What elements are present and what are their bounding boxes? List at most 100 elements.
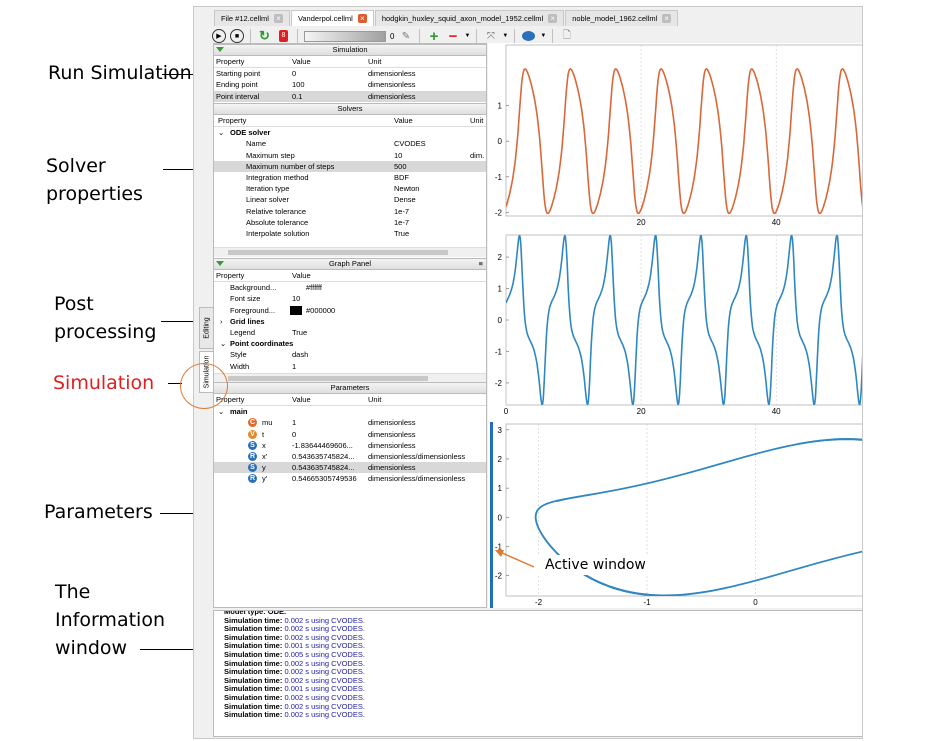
property-value[interactable]: -1.83644469606... (292, 440, 353, 451)
file-tab[interactable]: File #12.cellml × (214, 10, 290, 26)
x-tick-label: 0 (504, 407, 509, 416)
table-row[interactable]: Iteration type Newton (214, 183, 486, 194)
table-row[interactable]: Style dash (214, 349, 486, 360)
column-header: Unit (368, 57, 382, 66)
table-row[interactable]: Cmu 1 dimensionless (214, 417, 486, 428)
property-value[interactable]: 1e-7 (394, 217, 409, 228)
property-value[interactable]: True (292, 327, 307, 338)
property-unit: dimensionless (368, 463, 416, 473)
table-row[interactable]: › Grid lines (214, 316, 486, 327)
file-tab[interactable]: noble_model_1962.cellml × (565, 10, 679, 26)
property-value[interactable]: 1 (292, 361, 296, 372)
table-row[interactable]: Ending point 100 dimensionless (214, 79, 486, 90)
table-row[interactable]: Maximum number of steps 500 (214, 160, 486, 172)
table-row[interactable]: Relative tolerance 1e-7 (214, 206, 486, 217)
property-value[interactable]: #ffffff (306, 282, 322, 293)
chevron-down-icon[interactable]: ▼ (502, 33, 508, 39)
property-value[interactable]: 1e-7 (394, 206, 409, 217)
delay-slider[interactable] (304, 30, 386, 42)
table-row[interactable]: Linear solver Dense (214, 194, 486, 205)
table-row[interactable]: ⌄ Point coordinates (214, 338, 486, 349)
remove-graph-panel-icon[interactable]: − (445, 28, 460, 45)
table-row[interactable]: Sy 0.543635745824... dimensionless (214, 462, 486, 474)
table-row[interactable]: Absolute tolerance 1e-7 (214, 217, 486, 228)
property-value[interactable]: #000000 (306, 305, 335, 316)
property-value[interactable]: 0.543635745824... (292, 462, 355, 473)
chevron-down-icon[interactable]: ⌄ (218, 127, 224, 138)
property-value[interactable]: True (394, 228, 409, 239)
expand-icon[interactable] (216, 47, 224, 52)
chevron-down-icon[interactable]: ▼ (464, 33, 470, 39)
clear-icon[interactable]: 8 (276, 29, 291, 44)
table-row[interactable]: Width 1 (214, 361, 486, 372)
property-value[interactable]: 0.1 (292, 91, 302, 102)
property-value[interactable]: 500 (394, 161, 407, 172)
property-name: y' (262, 474, 268, 484)
horizontal-scrollbar[interactable] (214, 247, 486, 257)
graph-panel-section-header[interactable]: Graph Panel ≡ (214, 258, 486, 270)
table-row[interactable]: Interpolate solution True (214, 228, 486, 239)
property-value[interactable]: 100 (292, 79, 305, 90)
table-row[interactable]: Starting point 0 dimensionless (214, 68, 486, 79)
stop-icon[interactable]: ■ (230, 29, 244, 43)
info-label: Simulation time: (224, 710, 283, 720)
chevron-down-icon[interactable]: ▼ (540, 33, 546, 39)
file-tab[interactable]: hodgkin_huxley_squid_axon_model_1952.cel… (374, 10, 565, 26)
expand-icon[interactable] (216, 261, 224, 266)
property-value[interactable]: 10 (394, 150, 402, 161)
close-icon[interactable]: × (548, 14, 558, 23)
property-value[interactable]: 0 (292, 68, 296, 79)
property-value[interactable]: CVODES (394, 138, 426, 149)
development-mode-icon[interactable]: ✎ (398, 29, 413, 44)
property-value[interactable]: Dense (394, 194, 416, 205)
table-row[interactable]: Background... #ffffff (214, 282, 486, 293)
add-graph-panel-icon[interactable]: + (426, 28, 441, 45)
run-icon[interactable]: ▶ (212, 29, 226, 43)
property-value[interactable]: BDF (394, 172, 409, 183)
table-row[interactable]: Sx -1.83644469606... dimensionless (214, 440, 486, 451)
table-row[interactable]: Legend True (214, 327, 486, 338)
property-value[interactable]: 0.543635745824... (292, 451, 355, 462)
property-value[interactable]: dash (292, 349, 308, 360)
simulation-section-header[interactable]: Simulation (214, 44, 486, 56)
scrollbar-thumb[interactable] (228, 250, 448, 255)
solvers-section-header[interactable]: Solvers (214, 103, 486, 115)
close-icon[interactable]: × (357, 14, 367, 23)
table-row[interactable]: Vt 0 dimensionless (214, 429, 486, 440)
property-value[interactable]: 1 (292, 417, 296, 428)
section-title: Solvers (337, 104, 363, 113)
chevron-down-icon[interactable]: ⌄ (218, 406, 224, 417)
graph-panel-y[interactable]: 0 20 40 2 1 0 -1 -2 (488, 233, 863, 417)
color-swatch[interactable] (290, 305, 302, 315)
table-row[interactable]: Ry' 0.54665305749536 dimensionless/dimensi… (214, 473, 486, 484)
table-row[interactable]: Rx' 0.543635745824... dimensionless/dimens… (214, 451, 486, 462)
group-row[interactable]: ⌄ ODE solver (214, 127, 486, 138)
document-icon[interactable]: 🗋 (559, 29, 574, 44)
close-icon[interactable]: × (662, 14, 672, 23)
property-value[interactable]: 10 (292, 293, 300, 304)
plot-area (505, 44, 862, 217)
table-row[interactable]: Foreground... #000000 (214, 305, 486, 316)
close-icon[interactable]: × (273, 14, 283, 23)
chevron-icon[interactable]: ⌄ (220, 338, 226, 349)
chevron-icon[interactable]: › (220, 316, 223, 327)
property-value[interactable]: 0 (292, 429, 296, 440)
graph-panel-x[interactable]: 20 40 1 0 -1 -2 (488, 43, 863, 228)
property-value[interactable]: 0.54665305749536 (292, 473, 357, 484)
graph-panel-phase[interactable]: -2 -1 03210-1-2 (488, 422, 863, 608)
table-row[interactable]: Integration method BDF (214, 172, 486, 183)
property-value[interactable]: Newton (394, 183, 419, 194)
table-row[interactable]: Point interval 0.1 dimensionless (214, 90, 486, 102)
menu-icon[interactable]: ≡ (479, 259, 483, 269)
zoom-fit-icon[interactable]: ⤧ (483, 29, 498, 44)
sedml-icon[interactable] (521, 29, 536, 44)
scrollbar-thumb[interactable] (228, 376, 428, 381)
table-row[interactable]: Maximum step 10 dim. (214, 150, 486, 161)
file-tab[interactable]: Vanderpol.cellml × (290, 10, 374, 26)
y-tick-label: -2 (495, 379, 503, 388)
reset-icon[interactable]: ↻ (257, 28, 272, 44)
group-row[interactable]: ⌄ main (214, 406, 486, 417)
table-row[interactable]: Font size 10 (214, 293, 486, 304)
parameters-section-header[interactable]: Parameters (214, 382, 486, 394)
table-row[interactable]: Name CVODES (214, 138, 486, 149)
